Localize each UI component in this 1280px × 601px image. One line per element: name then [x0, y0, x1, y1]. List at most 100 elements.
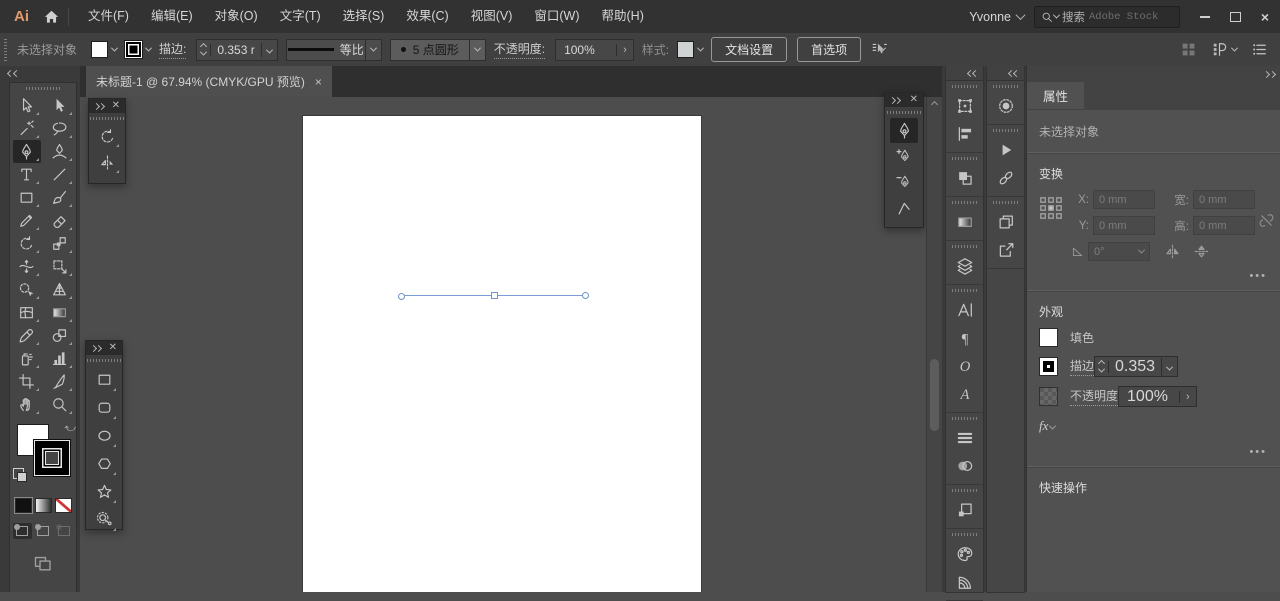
swap-fill-stroke-icon[interactable]: ⤸	[63, 425, 76, 432]
color-panel-button[interactable]	[987, 92, 1024, 120]
star-tool[interactable]	[90, 478, 118, 505]
tools-dock-header[interactable]	[0, 66, 80, 81]
slice-tool[interactable]	[46, 370, 74, 393]
menu-type[interactable]: 文字(T)	[269, 0, 332, 33]
selection-tool[interactable]	[13, 94, 41, 117]
opacity-label[interactable]: 不透明度:	[493, 40, 546, 59]
menu-edit[interactable]: 编辑(E)	[140, 0, 204, 33]
pen-tool[interactable]	[890, 118, 918, 143]
eyedropper-tool[interactable]	[13, 324, 41, 347]
menu-help[interactable]: 帮助(H)	[591, 0, 655, 33]
dock-group-grip[interactable]	[951, 85, 978, 88]
screen-mode-button[interactable]	[10, 553, 76, 573]
document-tab[interactable]: 未标题-1 @ 67.94% (CMYK/GPU 预览) ×	[86, 66, 332, 97]
scroll-up-icon[interactable]	[927, 97, 942, 111]
control-panel-menu-icon[interactable]	[1251, 41, 1268, 58]
close-button[interactable]: ×	[1250, 5, 1280, 29]
controlbar-grip[interactable]	[4, 38, 7, 61]
fill-swatch[interactable]	[1039, 328, 1058, 347]
stroke-swatch[interactable]	[124, 40, 144, 59]
reference-point-grid-icon[interactable]	[1039, 196, 1063, 220]
flip-vertical-icon[interactable]	[1193, 243, 1210, 260]
stroke-panel-button[interactable]	[946, 424, 983, 452]
toolbar-grip[interactable]	[26, 87, 60, 90]
stroke-label[interactable]: 描边	[1070, 357, 1095, 376]
swatches-panel-button[interactable]	[946, 540, 983, 568]
draw-behind-button[interactable]	[34, 523, 53, 539]
gradient-button[interactable]	[34, 498, 52, 513]
style-swatch[interactable]	[677, 41, 695, 58]
dock-group-grip[interactable]	[951, 201, 978, 204]
stroke-weight-stepper[interactable]: 0.353	[1094, 356, 1179, 377]
polygon-tool[interactable]	[90, 450, 118, 477]
height-field[interactable]: 0 mm	[1193, 216, 1255, 235]
maximize-button[interactable]	[1220, 5, 1250, 29]
style-dropdown[interactable]	[677, 41, 705, 58]
close-panel-icon[interactable]: ✕	[910, 95, 918, 105]
properties-dock-header[interactable]	[1027, 66, 1280, 82]
line-segment-tool[interactable]	[46, 163, 74, 186]
stroke-weight-label[interactable]: 描边:	[159, 40, 187, 59]
dock-group-grip[interactable]	[992, 85, 1019, 88]
opacity-label[interactable]: 不透明度	[1070, 387, 1119, 406]
glyphs-panel-button[interactable]: A	[946, 380, 983, 408]
opacity-arrow-icon[interactable]: ›	[1179, 390, 1196, 403]
constrain-proportions-icon[interactable]	[1258, 212, 1275, 229]
column-graph-tool[interactable]	[46, 347, 74, 370]
stroke-profile-dropdown[interactable]: 等比	[285, 38, 382, 61]
pathfinder-panel-button[interactable]	[946, 164, 983, 192]
artboard-tool[interactable]	[13, 370, 41, 393]
path-anchor-middle[interactable]	[491, 292, 498, 299]
stroke-weight-stepper[interactable]: 0.353 r	[196, 38, 278, 61]
free-transform-tool[interactable]	[46, 255, 74, 278]
width-field[interactable]: 0 mm	[1193, 190, 1255, 209]
reflect-tool[interactable]	[93, 150, 121, 175]
shaper-tool[interactable]	[13, 209, 41, 232]
adobe-stock-search-input[interactable]: 搜索 Adobe Stock	[1034, 5, 1180, 28]
menu-effect[interactable]: 效果(C)	[395, 0, 459, 33]
type-tool[interactable]	[13, 163, 41, 186]
panel-header[interactable]: ✕	[885, 93, 923, 107]
gradient-tool[interactable]	[46, 301, 74, 324]
dock-group-grip[interactable]	[992, 201, 1019, 204]
brush-definition-dropdown[interactable]: 5 点圆形	[389, 38, 486, 61]
pen-tool[interactable]	[12, 140, 41, 163]
actions-panel-button[interactable]	[987, 136, 1024, 164]
arrange-documents-icon[interactable]	[1180, 41, 1197, 58]
symbol-sprayer-tool[interactable]	[13, 347, 41, 370]
menu-file[interactable]: 文件(F)	[77, 0, 140, 33]
flare-tool[interactable]	[90, 506, 118, 533]
panel-grip[interactable]	[87, 359, 121, 362]
rectangle-tool[interactable]	[13, 186, 41, 209]
layers-panel-button[interactable]	[946, 252, 983, 280]
default-fill-stroke-icon[interactable]	[13, 468, 27, 482]
close-panel-icon[interactable]: ✕	[112, 101, 120, 111]
preferences-button[interactable]: 首选项	[797, 37, 862, 62]
paintbrush-tool[interactable]	[46, 186, 74, 209]
mesh-tool[interactable]	[13, 301, 41, 324]
tab-properties[interactable]: 属性	[1027, 82, 1085, 109]
blend-tool[interactable]	[46, 324, 74, 347]
menu-select[interactable]: 选择(S)	[332, 0, 396, 33]
menu-window[interactable]: 窗口(W)	[523, 0, 590, 33]
y-field[interactable]: 0 mm	[1093, 216, 1155, 235]
rotate-tool[interactable]	[93, 124, 121, 149]
opacity-swatch[interactable]	[1039, 387, 1058, 406]
symbols-panel-button[interactable]	[946, 496, 983, 524]
panel-grip[interactable]	[887, 111, 921, 114]
lasso-tool[interactable]	[46, 117, 74, 140]
artboard[interactable]	[303, 116, 701, 592]
width-tool[interactable]	[13, 255, 41, 278]
panel-header[interactable]: ✕	[89, 99, 125, 113]
minimize-button[interactable]	[1190, 5, 1220, 29]
rounded-rectangle-tool[interactable]	[90, 394, 118, 421]
draw-normal-button[interactable]	[12, 523, 32, 539]
path-anchor-start[interactable]	[398, 292, 405, 300]
export-panel-button[interactable]	[987, 236, 1024, 264]
artboards-panel-button[interactable]	[987, 208, 1024, 236]
color-button[interactable]	[14, 498, 32, 513]
collapse-panel-icon[interactable]	[89, 344, 103, 352]
dock-group-grip[interactable]	[951, 417, 978, 420]
direct-selection-tool[interactable]	[46, 94, 74, 117]
scrollbar-thumb[interactable]	[930, 359, 939, 431]
